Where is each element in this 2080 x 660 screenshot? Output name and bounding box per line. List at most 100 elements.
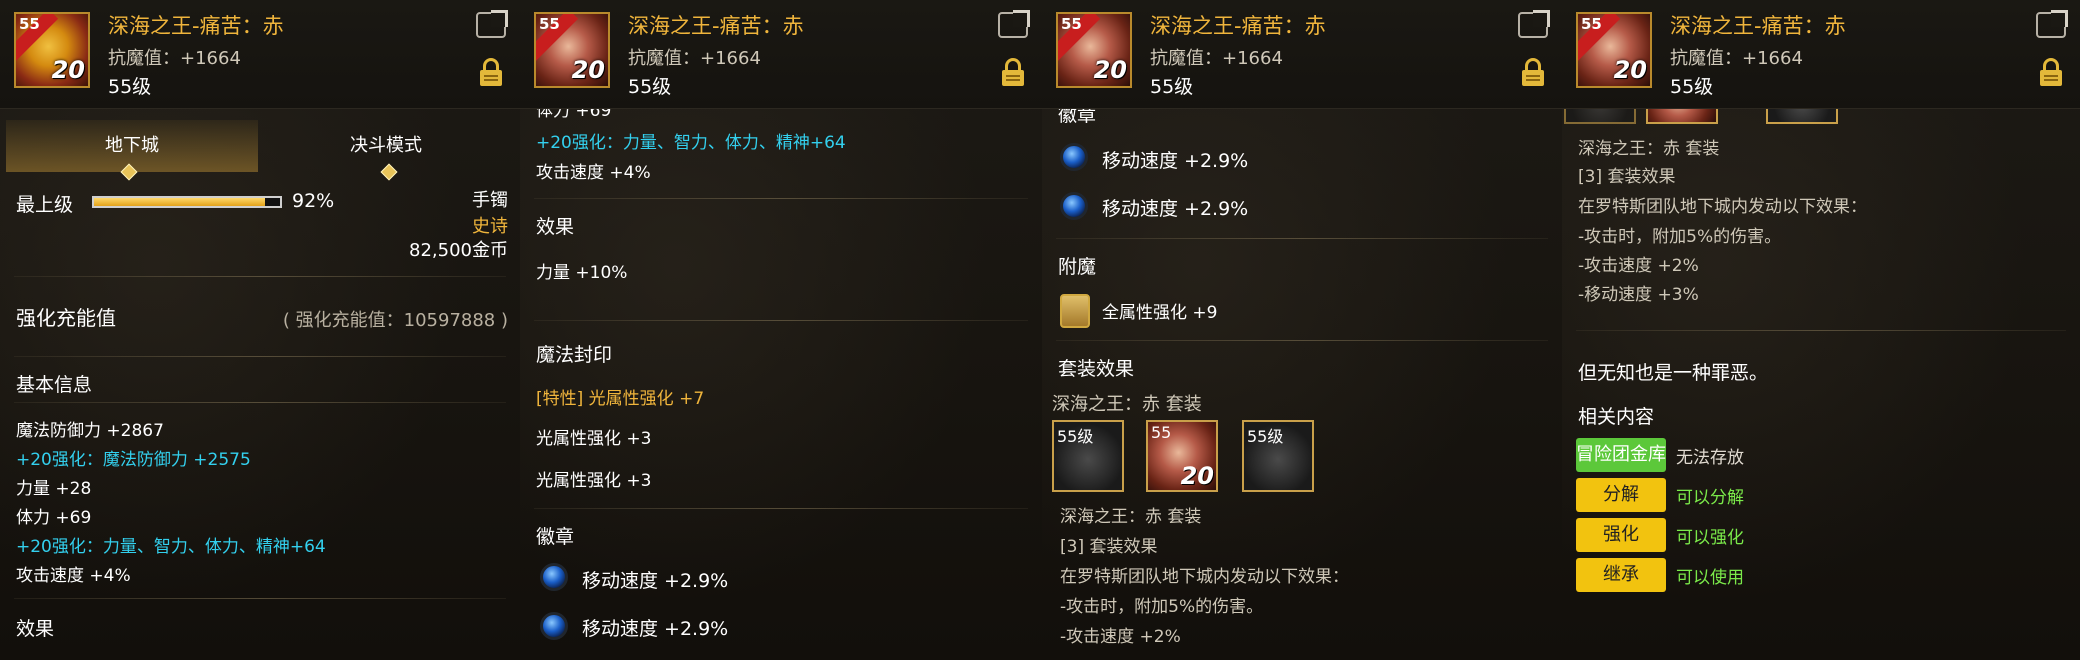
set-name: 深海之王：赤 套装 <box>1060 507 1202 527</box>
adventure-vault-button[interactable]: 冒险团金库 <box>1576 438 1666 472</box>
blue-emblem-icon <box>540 612 568 640</box>
divider <box>14 598 506 599</box>
seal-line: 光属性强化 +3 <box>536 429 652 449</box>
item-icon: 55 20 <box>534 12 610 88</box>
set-header: 套装效果 <box>1058 358 1135 380</box>
share-icon[interactable] <box>998 12 1028 38</box>
stat-line: 体力 +69 <box>16 508 92 528</box>
emblem-line: 移动速度 +2.9% <box>1102 150 1249 172</box>
stat-line: +20强化：魔法防御力 +2575 <box>16 450 251 470</box>
set-line: -攻击速度 +2% <box>1578 256 1699 276</box>
enhance-button[interactable]: 强化 <box>1576 518 1666 552</box>
blue-emblem-icon <box>1060 143 1088 171</box>
set-desc: 在罗特斯团队地下城内发动以下效果： <box>1060 567 1349 587</box>
tooltip-panel-4: 55 20 深海之王-痛苦：赤 抗魔值：+1664 55级 深海之王：赤 套装 … <box>1562 0 2080 660</box>
seal-line: 光属性强化 +3 <box>536 471 652 491</box>
set-item-slot[interactable]: 55级 <box>1242 420 1314 492</box>
divider <box>1056 340 1548 341</box>
stat-line: 攻击速度 +4% <box>16 566 131 586</box>
disassemble-status: 可以分解 <box>1676 488 1744 508</box>
share-icon[interactable] <box>2036 12 2066 38</box>
divider <box>14 276 506 277</box>
item-icon: 55 20 <box>14 12 90 88</box>
slot-level: 55级 <box>1057 427 1094 446</box>
divider <box>1056 238 1548 239</box>
item-level: 55级 <box>628 76 672 98</box>
enchant-header: 附魔 <box>1058 256 1097 278</box>
seal-header: 魔法封印 <box>536 344 613 366</box>
emblem-line: 移动速度 +2.9% <box>582 570 729 592</box>
slot-level: 55级 <box>1247 427 1284 446</box>
charge-label: 强化充能值 <box>16 306 116 330</box>
tab-duel[interactable]: 决斗模式 <box>260 120 512 172</box>
emblem-line: 移动速度 +2.9% <box>582 618 729 640</box>
grade-bar <box>92 196 282 208</box>
stat-line: +20强化：力量、智力、体力、精神+64 <box>536 133 846 153</box>
emblem-line: 移动速度 +2.9% <box>1102 198 1249 220</box>
tooltip-panel-2: 55 20 深海之王-痛苦：赤 抗魔值：+1664 55级 体力 +69 +20… <box>520 0 1044 660</box>
item-icon: 55 20 <box>1576 12 1652 88</box>
item-title: 深海之王-痛苦：赤 <box>108 14 284 38</box>
tooltip-panel-3: 55 20 深海之王-痛苦：赤 抗魔值：+1664 55级 徽章 移动速度 +2… <box>1042 0 1564 660</box>
vault-status: 无法存放 <box>1676 448 1744 468</box>
share-icon[interactable] <box>1518 12 1548 38</box>
slot-plus: 20 <box>1180 462 1214 490</box>
set-line: -移动速度 +3% <box>1578 285 1699 305</box>
icon-plus: 20 <box>571 56 605 84</box>
effect-header: 效果 <box>16 618 55 640</box>
item-price: 82,500金币 <box>409 240 508 261</box>
item-resist: 抗魔值：+1664 <box>1670 48 1803 69</box>
tab-dungeon[interactable]: 地下城 <box>6 120 258 172</box>
inherit-button[interactable]: 继承 <box>1576 558 1666 592</box>
disassemble-button[interactable]: 分解 <box>1576 478 1666 512</box>
set-item-slot[interactable]: 55级 <box>1052 420 1124 492</box>
lock-icon[interactable] <box>1522 58 1544 86</box>
divider <box>534 320 1028 321</box>
item-title: 深海之王-痛苦：赤 <box>1670 14 1846 38</box>
icon-level: 55 <box>539 15 560 33</box>
icon-plus: 20 <box>1613 56 1647 84</box>
mode-tabs: 地下城 决斗模式 <box>6 120 512 172</box>
icon-plus: 20 <box>1093 56 1127 84</box>
divider <box>1576 330 2066 331</box>
item-resist: 抗魔值：+1664 <box>1150 48 1283 69</box>
set-item-slot[interactable]: 55 20 <box>1146 420 1218 492</box>
item-slot: 手镯 <box>472 190 508 211</box>
lock-icon[interactable] <box>1002 58 1024 86</box>
enhance-status: 可以强化 <box>1676 528 1744 548</box>
share-icon[interactable] <box>476 12 506 38</box>
tooltip-panel-1: 55 20 深海之王-痛苦：赤 抗魔值：+1664 55级 地下城 决斗模式 最… <box>0 0 522 660</box>
divider <box>534 198 1028 199</box>
emblem-header: 徽章 <box>536 526 575 548</box>
divider <box>534 508 1028 509</box>
enchant-card-icon <box>1060 294 1090 328</box>
stat-line: 魔法防御力 +2867 <box>16 421 164 441</box>
set-line: -攻击时，附加5%的伤害。 <box>1060 597 1264 617</box>
item-level: 55级 <box>108 76 152 98</box>
item-resist: 抗魔值：+1664 <box>628 48 761 69</box>
related-header: 相关内容 <box>1578 406 1655 428</box>
icon-level: 55 <box>1061 15 1082 33</box>
item-header: 55 20 深海之王-痛苦：赤 抗魔值：+1664 55级 <box>1042 0 1562 109</box>
stat-line: 攻击速度 +4% <box>536 163 651 183</box>
grade-label: 最上级 <box>16 194 74 216</box>
set-line: -攻击时，附加5%的伤害。 <box>1578 227 1782 247</box>
icon-plus: 20 <box>51 56 85 84</box>
set-name: 深海之王：赤 套装 <box>1052 394 1202 415</box>
item-level: 55级 <box>1670 76 1714 98</box>
item-title: 深海之王-痛苦：赤 <box>1150 14 1326 38</box>
inherit-status: 可以使用 <box>1676 568 1744 588</box>
set-effect: [3] 套装效果 <box>1060 537 1158 557</box>
set-desc: 在罗特斯团队地下城内发动以下效果： <box>1578 197 1867 217</box>
charge-value: ( 强化充能值：10597888 ) <box>282 310 508 331</box>
slot-level: 55 <box>1151 423 1172 442</box>
item-icon: 55 20 <box>1056 12 1132 88</box>
lock-icon[interactable] <box>2040 58 2062 86</box>
blue-emblem-icon <box>1060 192 1088 220</box>
grade-percent: 92% <box>292 190 335 212</box>
effect-header: 效果 <box>536 216 575 238</box>
lock-icon[interactable] <box>480 58 502 86</box>
icon-level: 55 <box>19 15 40 33</box>
divider <box>14 402 506 403</box>
stat-line: +20强化：力量、智力、体力、精神+64 <box>16 537 326 557</box>
